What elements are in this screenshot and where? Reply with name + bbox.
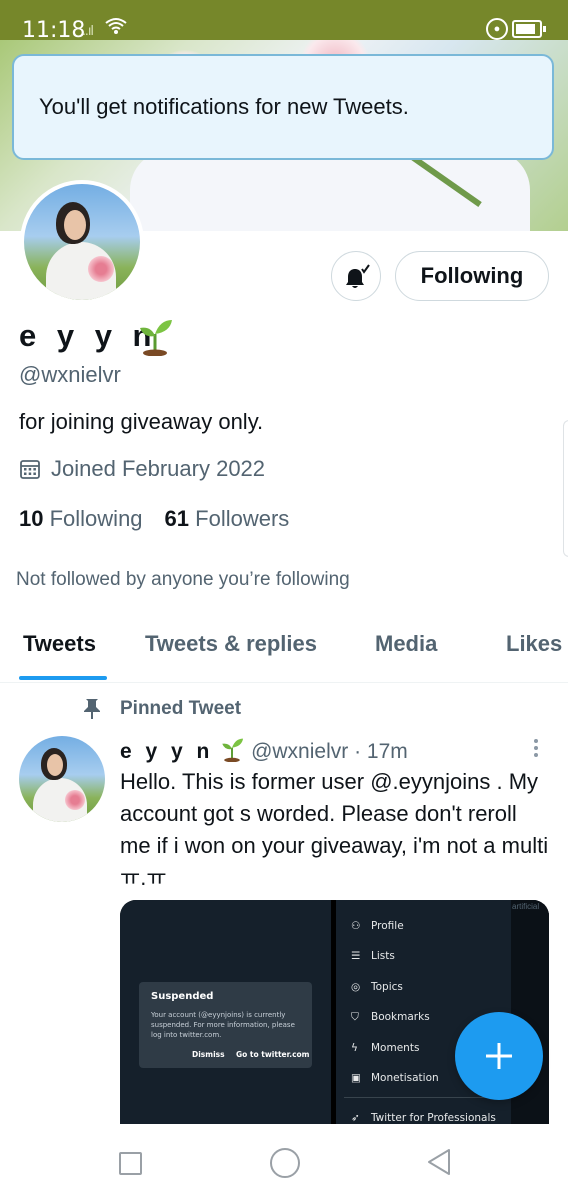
joined-text: Joined February 2022: [51, 456, 266, 481]
tweet-author-avatar[interactable]: [19, 736, 105, 822]
followers-count-link[interactable]: 61 Followers: [165, 506, 290, 531]
following-label: Following: [49, 506, 143, 531]
tweet-time: · 17m: [354, 740, 408, 763]
tab-tweets-replies[interactable]: Tweets & replies: [145, 631, 317, 657]
battery-icon: [512, 20, 546, 38]
topic-icon: ◎: [351, 981, 361, 993]
menu-item-monetisation: ▣ Monetisation: [351, 1072, 439, 1084]
bookmark-icon: ⛉: [351, 1011, 359, 1023]
tweet-author-name[interactable]: e y y n: [120, 740, 213, 763]
notifications-bell-button[interactable]: [331, 251, 381, 301]
followers-count: 61: [164, 506, 190, 531]
dialog-goto: Go to twitter.com: [236, 1050, 310, 1059]
profile-avatar[interactable]: [20, 180, 144, 304]
menu-label: Lists: [371, 950, 395, 962]
menu-label: Twitter for Professionals: [371, 1112, 496, 1124]
edge-panel-handle[interactable]: [563, 420, 568, 557]
more-options-icon[interactable]: [528, 736, 544, 760]
tweet-header: e y y n @wxnielvr · 17m: [120, 736, 408, 764]
bell-checked-icon: [346, 264, 370, 288]
follow-counts: 10 Following 61 Followers: [19, 506, 289, 532]
tweet-author-handle[interactable]: @wxnielvr: [251, 740, 348, 763]
lightning-icon: ϟ: [351, 1042, 358, 1054]
money-icon: ▣: [351, 1072, 361, 1084]
following-button[interactable]: Following: [395, 251, 549, 301]
menu-item-bookmarks: ⛉ Bookmarks: [351, 1011, 430, 1024]
seedling-emoji: [222, 738, 244, 763]
avatar-flower: [65, 790, 85, 810]
menu-item-lists: ☰ Lists: [351, 950, 395, 962]
followers-label: Followers: [195, 506, 290, 531]
rocket-icon: ➶: [351, 1112, 360, 1124]
pinned-tweet-label: Pinned Tweet: [82, 698, 241, 720]
menu-label: Bookmarks: [371, 1011, 430, 1023]
back-icon[interactable]: [426, 1148, 452, 1176]
menu-item-topics: ◎ Topics: [351, 981, 403, 993]
dialog-body: Your account (@eyynjoins) is currently s…: [151, 1011, 295, 1039]
tab-likes[interactable]: Likes: [506, 631, 562, 657]
profile-tabs: Tweets Tweets & replies Media Likes: [0, 610, 568, 683]
notification-toast: You'll get notifications for new Tweets.: [12, 54, 554, 160]
system-nav-bar: [0, 1124, 568, 1200]
media-image-left[interactable]: Suspended Your account (@eyynjoins) is c…: [120, 900, 331, 1125]
menu-item-profile: ⚇ Profile: [351, 920, 404, 932]
avatar-face: [47, 754, 63, 776]
banner-shirt: [130, 150, 530, 231]
dialog-title: Suspended: [151, 991, 214, 1002]
not-followed-note: Not followed by anyone you’re following: [16, 569, 350, 590]
media-edge-text: artificial: [512, 902, 540, 911]
menu-label: Topics: [371, 981, 403, 993]
toast-message: You'll get notifications for new Tweets.: [39, 94, 409, 119]
battery-fill: [516, 24, 535, 34]
rotation-lock-icon: ●: [486, 18, 508, 40]
wifi-icon: [104, 16, 128, 42]
recent-apps-icon[interactable]: [119, 1152, 142, 1175]
menu-label: Monetisation: [371, 1072, 439, 1084]
suspended-dialog: Suspended Your account (@eyynjoins) is c…: [139, 982, 312, 1068]
pinned-text: Pinned Tweet: [120, 698, 242, 719]
avatar-face: [64, 210, 86, 240]
tab-tweets[interactable]: Tweets: [23, 631, 96, 657]
menu-item-professionals: ➶ Twitter for Professionals: [351, 1112, 496, 1124]
tab-media[interactable]: Media: [375, 631, 437, 657]
seedling-emoji: [136, 316, 174, 361]
menu-label: Profile: [371, 920, 404, 932]
following-count: 10: [19, 506, 44, 531]
menu-item-moments: ϟ Moments: [351, 1042, 419, 1054]
menu-label: Moments: [371, 1042, 420, 1054]
signal-icon: ..ıl: [82, 22, 94, 38]
calendar-icon: [20, 460, 40, 479]
avatar-flower: [88, 256, 114, 282]
person-icon: ⚇: [351, 920, 361, 932]
profile-bio: for joining giveaway only.: [19, 409, 264, 434]
dialog-dismiss: Dismiss: [192, 1050, 225, 1059]
joined-date: Joined February 2022: [19, 456, 265, 482]
home-icon[interactable]: [270, 1148, 300, 1178]
tweet-text: Hello. This is former user @.eyynjoins .…: [120, 769, 549, 890]
pin-icon: [84, 699, 100, 719]
list-icon: ☰: [351, 950, 361, 962]
compose-tweet-button[interactable]: [455, 1012, 543, 1100]
plus-icon: [486, 1043, 512, 1069]
active-tab-indicator: [19, 676, 107, 680]
profile-handle: @wxnielvr: [19, 362, 121, 387]
following-count-link[interactable]: 10 Following: [19, 506, 143, 531]
